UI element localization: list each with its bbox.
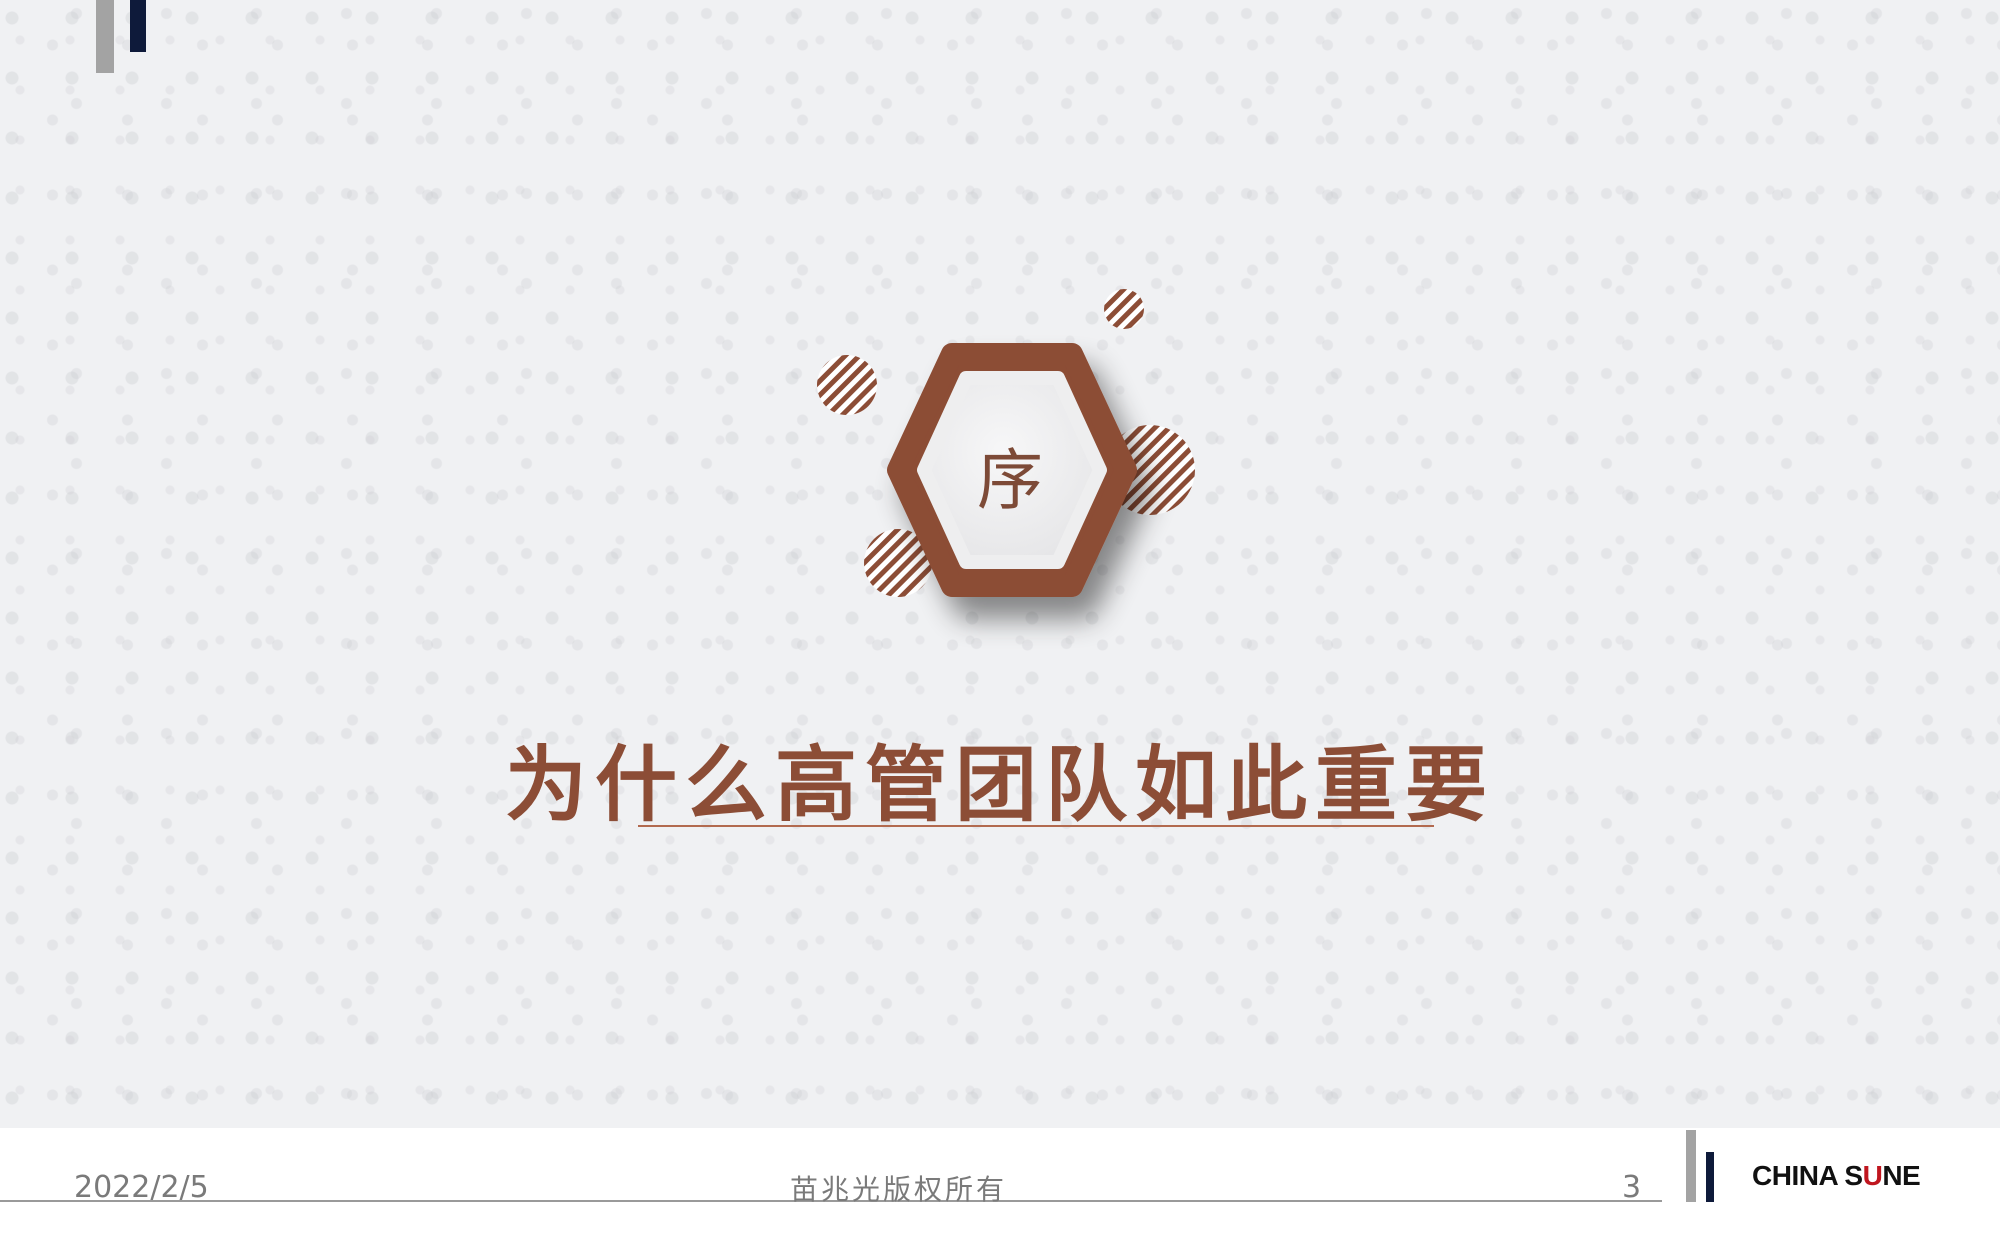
footer-bar-gray: [1686, 1130, 1696, 1202]
slide-title: 为什么高管团队如此重要: [504, 737, 1495, 833]
corner-decoration-bars: [96, 0, 156, 80]
corner-bar-navy: [130, 0, 146, 52]
slide-footer: 2022/2/5 苗兆光版权所有 3 CHINA SUNE: [0, 1128, 2000, 1250]
section-marker-text: 序: [977, 442, 1043, 519]
page-number: 3: [1622, 1170, 1642, 1205]
footer-date: 2022/2/5: [74, 1170, 209, 1205]
footer-copyright: 苗兆光版权所有: [790, 1173, 1008, 1206]
section-emblem: 序: [800, 270, 1220, 670]
title-underline: [638, 825, 1434, 827]
striped-dot-left: [817, 355, 877, 415]
striped-dot-top: [1104, 289, 1144, 329]
logo-text-accent: U: [1862, 1160, 1883, 1191]
logo-text-right: NE: [1882, 1160, 1921, 1191]
logo-text-left: CHINA S: [1752, 1160, 1863, 1191]
company-logo: CHINA SUNE: [1752, 1160, 1921, 1192]
corner-bar-gray: [96, 0, 114, 73]
footer-bar-navy: [1706, 1152, 1714, 1202]
